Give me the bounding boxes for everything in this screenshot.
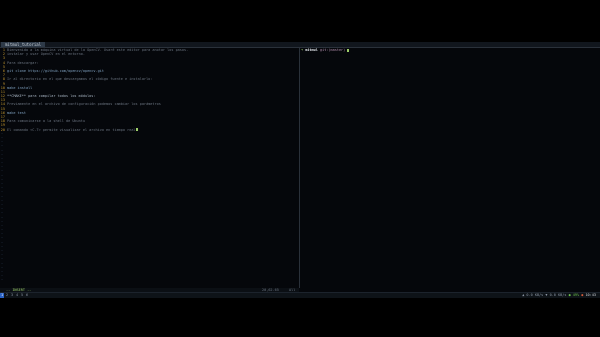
- taskbar: 123456 ▲ 0.0 KB/s ▼ 0.0 KB/s ● 49% ● 10:…: [0, 292, 600, 298]
- workspace-6[interactable]: 6: [25, 293, 29, 298]
- battery-indicator: ● 49%: [568, 293, 580, 297]
- prompt-git-branch: git:(master): [319, 48, 346, 52]
- workspace-4[interactable]: 4: [15, 293, 19, 298]
- shell-pane[interactable]: ➜ mitmul git:(master): [301, 48, 600, 288]
- shell-cursor: [347, 48, 350, 52]
- system-tray: ▲ 0.0 KB/s ▼ 0.0 KB/s ● 49% ● 10:43: [522, 293, 596, 298]
- workspace-5[interactable]: 5: [20, 293, 24, 298]
- shell-prompt[interactable]: ➜ mitmul git:(master): [301, 48, 600, 52]
- alert-indicator: ●: [581, 293, 584, 297]
- terminal-tab[interactable]: mitmul_tutorial: [1, 42, 46, 47]
- workspace-3[interactable]: 3: [10, 293, 14, 298]
- pane-divider[interactable]: [299, 48, 300, 288]
- empty-buffer-line: ~: [0, 278, 299, 282]
- workspace-2[interactable]: 2: [5, 293, 9, 298]
- workspace-1[interactable]: 1: [0, 293, 4, 298]
- terminal-window[interactable]: mitmul_tutorial 1 Bienvenido a la máquina…: [0, 42, 600, 298]
- editor-cursor: [135, 128, 138, 132]
- clock[interactable]: 10:43: [585, 293, 596, 297]
- network-indicator: ▲ 0.0 KB/s ▼ 0.0 KB/s: [522, 293, 567, 297]
- screen: mitmul_tutorial 1 Bienvenido a la máquina…: [0, 0, 600, 337]
- prompt-arrow-icon: ➜: [301, 48, 304, 52]
- prompt-directory: mitmul: [305, 48, 318, 52]
- tilde-marker: ~: [1, 278, 4, 283]
- editor-pane[interactable]: 1 Bienvenido a la máquina virtual de la O…: [0, 48, 299, 288]
